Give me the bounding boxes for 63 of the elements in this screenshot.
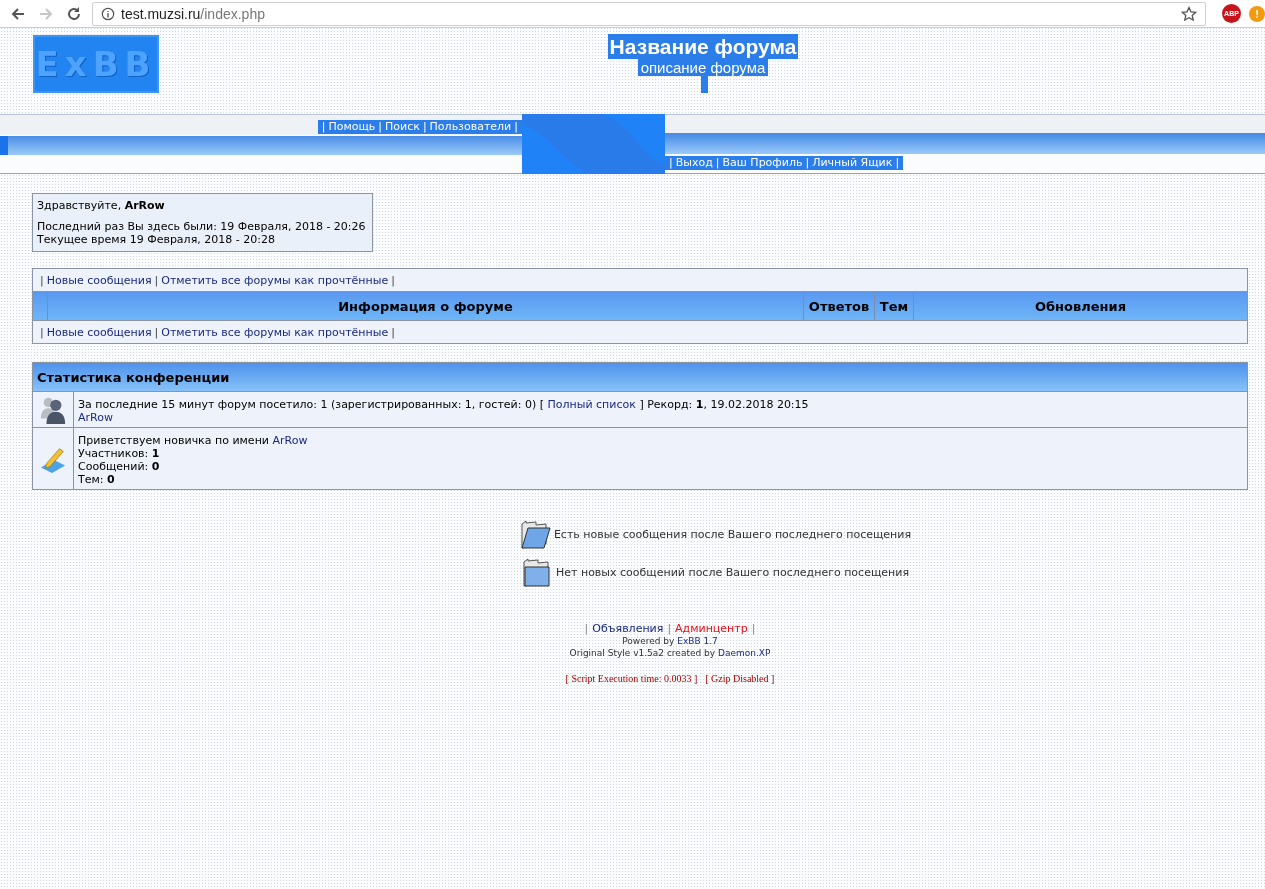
execution-info-text: [ Script Execution time: 0.0033 ] <box>565 673 698 684</box>
separator: | <box>39 273 45 287</box>
separator: | <box>153 273 160 287</box>
separator: | <box>390 325 396 339</box>
separator: | <box>668 156 674 170</box>
column-header: Ответов <box>803 292 874 320</box>
separator: | <box>377 120 384 134</box>
nav-link[interactable]: Пользователи <box>429 120 512 134</box>
text-cursor <box>700 76 708 93</box>
separator: | <box>583 622 590 635</box>
exbb-link[interactable]: ExBB 1.7 <box>677 636 718 646</box>
record-text: ] Рекорд: 1, 19.02.2018 20:15 <box>639 398 809 411</box>
footer-link[interactable]: Админцентр <box>675 622 748 635</box>
execution-info-text: [ Gzip Disabled ] <box>705 673 775 684</box>
greeting-text: Здравствуйте, ArRow <box>37 199 166 212</box>
forum-description: описание форума <box>637 59 769 76</box>
column-header: Тем <box>874 292 913 320</box>
separator: | <box>804 156 811 170</box>
nav-link[interactable]: Помощь <box>328 120 376 134</box>
star-icon[interactable] <box>1181 5 1197 22</box>
separator: | <box>666 622 673 635</box>
separator: | <box>39 325 45 339</box>
stat-line: Тем: 0 <box>78 473 116 486</box>
nav-link[interactable]: Личный Ящик <box>812 156 893 170</box>
forum-action-link[interactable]: Отметить все форумы как прочтённые <box>161 325 389 339</box>
current-time-text: Текущее время 19 Февраля, 2018 - 20:28 <box>37 233 276 246</box>
separator: | <box>390 273 396 287</box>
column-header: Информация о форуме <box>47 292 803 320</box>
column-header: Обновления <box>913 292 1247 320</box>
forum-action-link[interactable]: Новые сообщения <box>46 273 152 287</box>
online-summary-text: За последние 15 минут форум посетило: 1 (зарегистрированных: 1, гостей: 0) [ <box>78 398 544 411</box>
nav-link[interactable]: Ваш Профиль <box>722 156 803 170</box>
user-link[interactable]: ArRow <box>78 411 113 424</box>
nav-link[interactable]: Выход <box>675 156 713 170</box>
author-link[interactable]: Daemon.XP <box>717 648 771 658</box>
statistics-title: Статистика конференции <box>33 363 1247 391</box>
last-visit-text: Последний раз Вы здесь были: 19 Февраля, 2018 - 20:26 <box>37 220 367 233</box>
url-text: test.muzsi.ru/index.php <box>121 5 266 22</box>
folder-icon <box>521 556 553 588</box>
welcome-newbie-text: Приветствуем новичка по имени <box>78 434 269 447</box>
separator: | <box>153 325 160 339</box>
forum-action-link[interactable]: Новые сообщения <box>46 325 152 339</box>
style-credit-text: Original Style v1.5a2 created by <box>569 648 716 658</box>
open-folder-icon <box>518 518 551 550</box>
info-icon <box>101 6 115 21</box>
footer-link[interactable]: Объявления <box>592 622 664 635</box>
separator: | <box>714 156 721 170</box>
separator: | <box>320 120 327 134</box>
nav-link[interactable]: Поиск <box>385 120 420 134</box>
legend-text: Есть новые сообщения после Вашего последнего посещения <box>553 527 912 541</box>
separator: | <box>750 622 757 635</box>
address-bar[interactable]: test.muzsi.ru/index.php <box>92 1 1206 26</box>
stat-line: Участников: 1 <box>78 447 161 460</box>
user-link[interactable]: ArRow <box>272 434 308 447</box>
forum-action-link[interactable]: Отметить все форумы как прочтённые <box>161 273 389 287</box>
separator: | <box>421 120 428 134</box>
separator: | <box>513 120 519 134</box>
separator: | <box>894 156 901 170</box>
full-list-link[interactable]: Полный список <box>547 398 636 411</box>
powered-by-text: Powered by <box>622 636 675 646</box>
stat-line: Сообщений: 0 <box>78 460 161 473</box>
forum-title: Название форума <box>607 34 799 59</box>
legend-text: Нет новых сообщений после Вашего последнего посещения <box>556 565 909 579</box>
